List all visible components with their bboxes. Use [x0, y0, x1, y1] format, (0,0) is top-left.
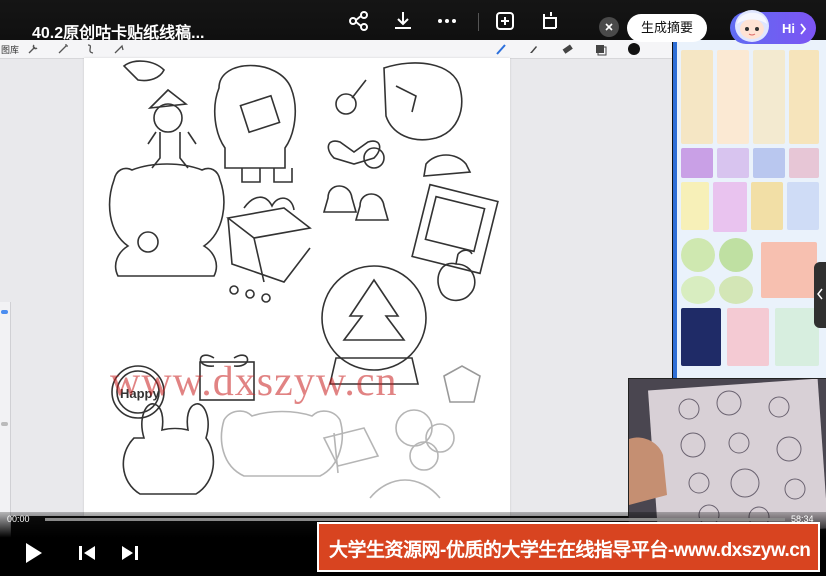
header-divider — [478, 13, 479, 31]
sticker-sheet — [717, 148, 749, 178]
progress-bar[interactable] — [45, 518, 785, 521]
bouquet-sticker — [761, 242, 817, 298]
reference-panel — [673, 40, 826, 378]
video-title: 40.2原创咕卡贴纸线稿... — [32, 25, 205, 42]
opacity-slider-handle[interactable] — [1, 422, 8, 426]
smudge-icon — [530, 46, 537, 53]
assistant-greeting[interactable]: Hi — [782, 21, 795, 36]
current-time: 00:00 — [7, 514, 30, 524]
selection-icon — [87, 44, 94, 54]
brush-icon — [496, 44, 506, 55]
layers-icon — [596, 45, 607, 56]
sticker-sheet — [727, 308, 769, 366]
share-icon[interactable] — [346, 8, 372, 34]
close-icon[interactable] — [599, 17, 619, 37]
assistant-avatar-icon[interactable] — [731, 4, 773, 46]
sticker-sheet — [681, 182, 709, 230]
sticker-sheet — [681, 308, 721, 366]
transform-icon — [114, 44, 124, 54]
sticker-sheet — [775, 308, 819, 366]
gallery-label: 图库 — [1, 45, 20, 55]
summary-close-button[interactable] — [599, 17, 619, 37]
chevron-right-icon[interactable] — [799, 23, 807, 35]
wreath-sticker — [719, 276, 753, 304]
sticker-sheet — [681, 148, 713, 178]
play-icon[interactable] — [20, 540, 46, 566]
line-art-drawing: Happy — [108, 60, 499, 499]
drawing-app: 图库 Happy www.dxszyw.cn — [0, 40, 672, 552]
previous-icon[interactable] — [74, 540, 100, 566]
next-icon[interactable] — [117, 540, 143, 566]
camera-pip[interactable] — [628, 378, 826, 530]
watermark: www.dxszyw.cn — [110, 359, 398, 405]
wrench-icon — [28, 44, 38, 54]
more-icon[interactable] — [434, 8, 460, 34]
wreath-sticker — [681, 276, 715, 304]
sticker-sheet — [789, 148, 819, 178]
generate-summary-button[interactable]: 生成摘要 — [627, 14, 707, 42]
eraser-icon — [562, 44, 573, 54]
screenshot-icon[interactable] — [492, 8, 518, 34]
wreath-sticker — [719, 238, 753, 272]
size-slider-handle[interactable] — [1, 310, 8, 314]
drawing-canvas[interactable]: Happy — [84, 58, 510, 516]
sticker-sheet — [713, 182, 747, 232]
sticker-sheet — [753, 148, 785, 178]
download-icon[interactable] — [390, 8, 416, 34]
popout-icon[interactable] — [536, 8, 562, 34]
video-player[interactable]: 图库 Happy www.dxszyw.cn 40.2原创咕卡贴纸线稿... 生… — [0, 0, 826, 576]
chevron-left-icon[interactable] — [816, 288, 824, 300]
sticker-sheet — [681, 50, 713, 144]
sticker-sheet — [717, 50, 749, 144]
camera-view — [629, 379, 826, 529]
wreath-sticker — [681, 238, 715, 272]
video-header: 40.2原创咕卡贴纸线稿... 生成摘要 Hi — [0, 0, 826, 44]
sticker-sheet — [751, 182, 783, 230]
sticker-sheet — [753, 50, 785, 144]
sticker-sheet — [789, 50, 819, 144]
magic-wand-icon — [58, 44, 68, 54]
sticker-sheet — [787, 182, 819, 230]
promo-banner-text: 大学生资源网-优质的大学生在线指导平台-www.dxszyw.cn — [329, 540, 811, 561]
color-icon — [628, 43, 640, 55]
